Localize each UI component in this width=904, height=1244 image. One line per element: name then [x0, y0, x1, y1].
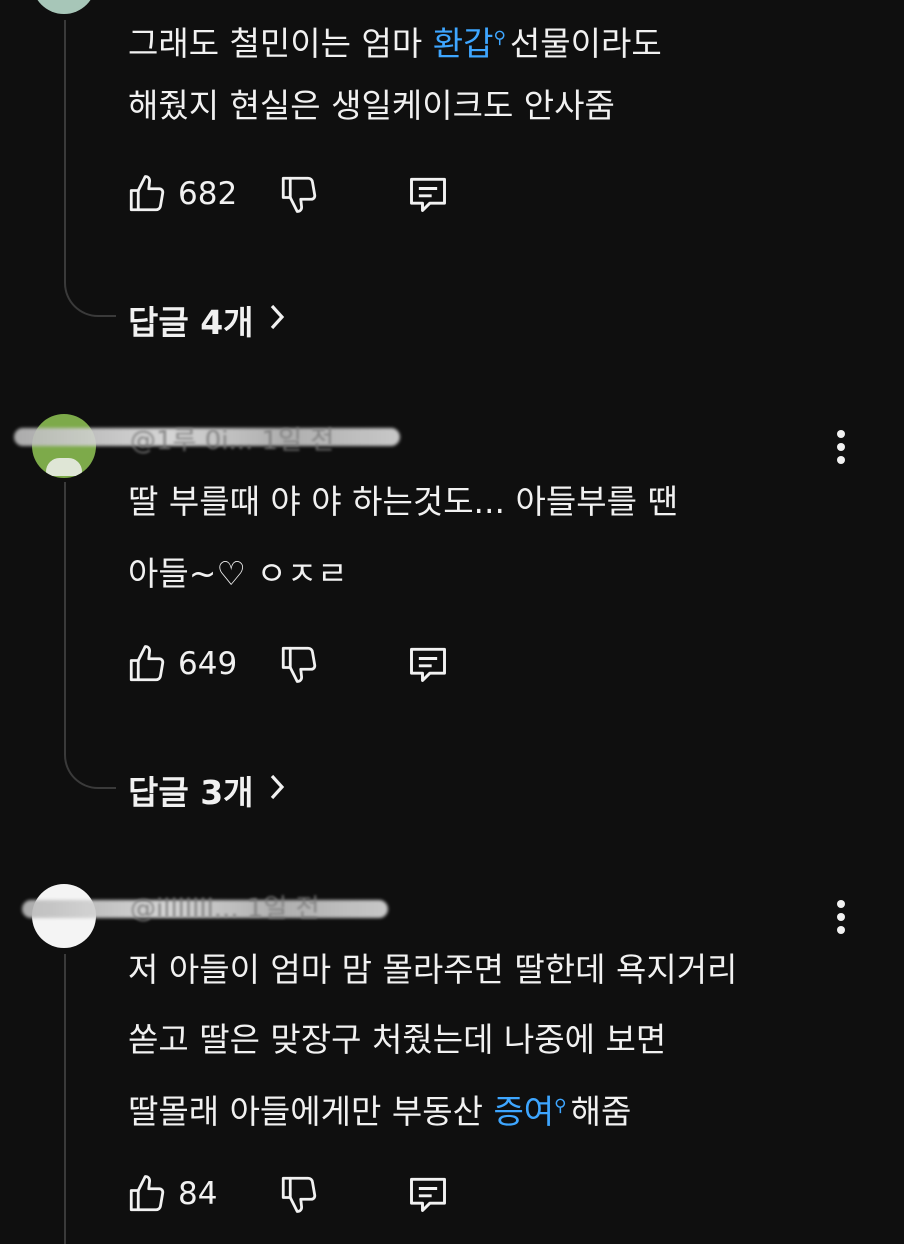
- view-replies-button[interactable]: 답글 3개: [128, 766, 286, 814]
- thumbs-up-icon[interactable]: [126, 1173, 168, 1215]
- thumbs-down-icon[interactable]: [278, 173, 320, 215]
- comment-text: 쏟고 딸은 맞장구 처줬는데 나중에 보면: [128, 1020, 667, 1059]
- comment-text: 아들~♡ ㅇㅈㄹ: [128, 554, 348, 593]
- like-count: 84: [178, 1176, 218, 1212]
- comment-actions: 682: [126, 170, 450, 218]
- comment-text: 저 아들이 엄마 맘 몰라주면 딸한데 욕지거리: [128, 950, 738, 989]
- author-and-time[interactable]: @1루 0i... 1일 전: [130, 420, 334, 457]
- like-count: 682: [178, 176, 238, 212]
- search-mini-icon: ⚲: [493, 28, 506, 48]
- comment-icon[interactable]: [406, 1172, 450, 1216]
- comment-icon[interactable]: [406, 642, 450, 686]
- more-vertical-icon[interactable]: [836, 430, 846, 469]
- thumbs-down-icon[interactable]: [278, 1173, 320, 1215]
- comment-actions: 649: [126, 640, 450, 688]
- thread-line: [64, 482, 66, 747]
- avatar[interactable]: [32, 0, 96, 14]
- thumbs-down-icon[interactable]: [278, 643, 320, 685]
- search-link[interactable]: 환갑: [433, 24, 494, 63]
- chevron-right-icon: [268, 301, 286, 340]
- author-and-time[interactable]: @illlllll... 1일 전: [130, 888, 320, 925]
- search-link[interactable]: 증여: [493, 1092, 554, 1131]
- avatar[interactable]: [32, 414, 96, 478]
- more-vertical-icon[interactable]: [836, 900, 846, 939]
- comment-icon[interactable]: [406, 172, 450, 216]
- thread-curve: [64, 747, 116, 789]
- thread-line: [64, 954, 66, 1244]
- view-replies-button[interactable]: 답글 4개: [128, 296, 286, 344]
- comment-text: 해줬지 현실은 생일케이크도 안사줌: [128, 86, 615, 125]
- like-count: 649: [178, 646, 238, 682]
- comment-text: 딸 부를때 야 야 하는것도... 아들부를 땐: [128, 482, 678, 521]
- thread-curve: [64, 275, 116, 317]
- chevron-right-icon: [268, 771, 286, 810]
- comment-text: 그래도 철민이는 엄마 환갑⚲ 선물이라도: [128, 24, 662, 63]
- thumbs-up-icon[interactable]: [126, 643, 168, 685]
- thread-line: [64, 20, 66, 275]
- comment-text: 딸몰래 아들에게만 부동산 증여⚲ 해줌: [128, 1092, 632, 1131]
- thumbs-up-icon[interactable]: [126, 173, 168, 215]
- search-mini-icon: ⚲: [554, 1096, 567, 1116]
- comment-actions: 84: [126, 1170, 450, 1218]
